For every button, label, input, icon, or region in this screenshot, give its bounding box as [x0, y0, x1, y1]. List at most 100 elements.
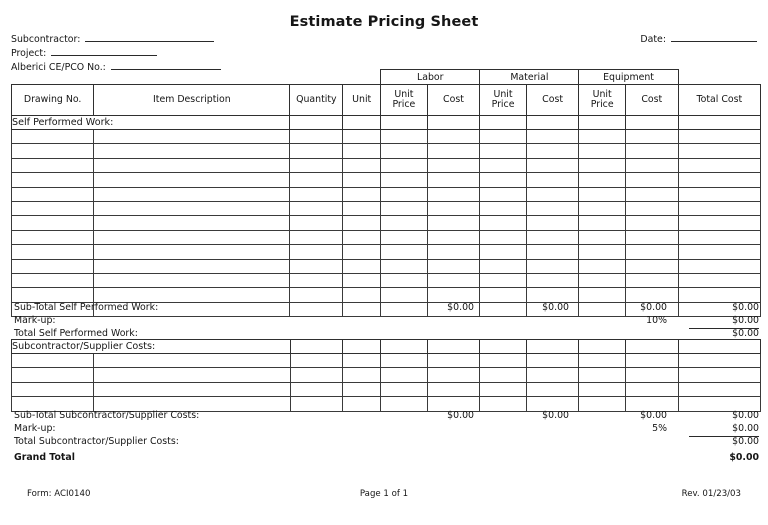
table-cell[interactable] — [93, 215, 291, 231]
table-cell[interactable] — [93, 272, 291, 289]
table-cell[interactable] — [289, 272, 344, 289]
table-cell[interactable] — [479, 272, 527, 289]
table-cell[interactable] — [426, 186, 481, 202]
table-cell[interactable] — [426, 244, 481, 260]
table-cell[interactable] — [289, 186, 344, 202]
table-cell[interactable] — [578, 272, 626, 289]
table-cell[interactable] — [289, 381, 344, 398]
table-cell[interactable] — [624, 200, 679, 217]
table-cell[interactable] — [289, 215, 344, 231]
table-cell[interactable] — [426, 172, 481, 188]
table-cell[interactable] — [578, 215, 626, 231]
table-cell[interactable] — [479, 258, 527, 274]
table-cell[interactable] — [677, 186, 762, 202]
table-cell[interactable] — [677, 200, 762, 217]
table-cell[interactable] — [426, 367, 481, 383]
table-row[interactable] — [10, 186, 762, 202]
table-cell[interactable] — [624, 157, 679, 174]
table-cell[interactable] — [525, 200, 580, 217]
table-row[interactable] — [10, 381, 762, 398]
table-cell[interactable] — [677, 157, 762, 174]
table-cell[interactable] — [525, 143, 580, 159]
table-cell[interactable] — [93, 381, 291, 398]
table-cell[interactable] — [289, 157, 344, 174]
table-cell[interactable] — [380, 200, 428, 217]
table-cell[interactable] — [380, 215, 428, 231]
table-cell[interactable] — [10, 229, 95, 246]
table-cell[interactable] — [479, 200, 527, 217]
table-cell[interactable] — [578, 128, 626, 145]
table-cell[interactable] — [380, 128, 428, 145]
table-row[interactable] — [10, 229, 762, 246]
table-cell[interactable] — [525, 367, 580, 383]
table-cell[interactable] — [10, 157, 95, 174]
table-cell[interactable] — [479, 172, 527, 188]
table-cell[interactable] — [426, 258, 481, 274]
table-cell[interactable] — [525, 157, 580, 174]
table-cell[interactable] — [10, 172, 95, 188]
table-cell[interactable] — [525, 229, 580, 246]
table-cell[interactable] — [380, 244, 428, 260]
table-cell[interactable] — [525, 186, 580, 202]
table-cell[interactable] — [289, 128, 344, 145]
table-cell[interactable] — [578, 172, 626, 188]
table-cell[interactable] — [624, 229, 679, 246]
table-cell[interactable] — [677, 229, 762, 246]
table-row[interactable] — [10, 172, 762, 188]
table-cell[interactable] — [342, 215, 382, 231]
table-cell[interactable] — [289, 200, 344, 217]
table-row[interactable] — [10, 272, 762, 289]
table-cell[interactable] — [426, 200, 481, 217]
table-cell[interactable] — [342, 128, 382, 145]
table-cell[interactable] — [578, 352, 626, 369]
table-cell[interactable] — [289, 143, 344, 159]
table-cell[interactable] — [10, 381, 95, 398]
table-cell[interactable] — [342, 272, 382, 289]
table-cell[interactable] — [289, 367, 344, 383]
table-cell[interactable] — [342, 172, 382, 188]
table-cell[interactable] — [342, 381, 382, 398]
table-cell[interactable] — [93, 258, 291, 274]
table-cell[interactable] — [93, 244, 291, 260]
table-cell[interactable] — [93, 367, 291, 383]
table-cell[interactable] — [93, 157, 291, 174]
table-cell[interactable] — [624, 272, 679, 289]
table-cell[interactable] — [426, 215, 481, 231]
table-cell[interactable] — [578, 229, 626, 246]
table-cell[interactable] — [525, 258, 580, 274]
table-row[interactable] — [10, 128, 762, 145]
table-cell[interactable] — [426, 143, 481, 159]
table-cell[interactable] — [525, 172, 580, 188]
table-cell[interactable] — [426, 272, 481, 289]
table-cell[interactable] — [93, 186, 291, 202]
table-cell[interactable] — [426, 229, 481, 246]
table-cell[interactable] — [426, 157, 481, 174]
table-cell[interactable] — [426, 381, 481, 398]
date-input-rule[interactable] — [671, 33, 757, 42]
table-cell[interactable] — [10, 272, 95, 289]
table-cell[interactable] — [342, 367, 382, 383]
table-cell[interactable] — [10, 215, 95, 231]
table-cell[interactable] — [624, 128, 679, 145]
table-cell[interactable] — [479, 186, 527, 202]
table-cell[interactable] — [342, 244, 382, 260]
table-cell[interactable] — [93, 352, 291, 369]
table-cell[interactable] — [289, 244, 344, 260]
table-cell[interactable] — [380, 186, 428, 202]
table-cell[interactable] — [624, 186, 679, 202]
table-cell[interactable] — [289, 258, 344, 274]
table-cell[interactable] — [10, 367, 95, 383]
table-cell[interactable] — [380, 352, 428, 369]
table-cell[interactable] — [624, 258, 679, 274]
table-cell[interactable] — [93, 128, 291, 145]
table-cell[interactable] — [677, 143, 762, 159]
table-cell[interactable] — [93, 229, 291, 246]
table-cell[interactable] — [93, 172, 291, 188]
table-cell[interactable] — [578, 367, 626, 383]
table-cell[interactable] — [677, 172, 762, 188]
table-cell[interactable] — [10, 143, 95, 159]
table-cell[interactable] — [677, 367, 762, 383]
table-cell[interactable] — [479, 215, 527, 231]
table-cell[interactable] — [578, 200, 626, 217]
table-cell[interactable] — [677, 215, 762, 231]
